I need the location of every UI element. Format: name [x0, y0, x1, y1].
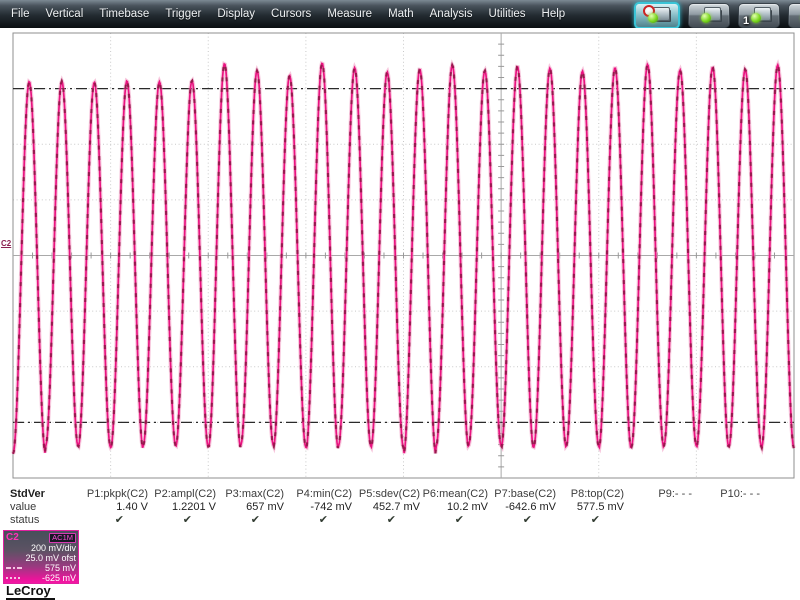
menu-vertical[interactable]: Vertical [38, 8, 92, 20]
green-orb-icon [751, 13, 761, 23]
measure-value-P9 [624, 501, 692, 514]
measure-value-P5: 452.7 mV [372, 501, 420, 513]
measure-status-P10 [692, 514, 760, 527]
measure-label-P10[interactable]: P10:- - - [692, 488, 760, 501]
toolbar: 1 [634, 2, 800, 28]
measure-value-P8: 577.5 mV [576, 501, 624, 513]
display-button[interactable] [688, 3, 730, 28]
measure-value-P6: 10.2 mV [447, 501, 488, 513]
measurement-table: StdVer P1:pkpk(C2) P2:ampl(C2) P3:max(C2) P4… [0, 479, 800, 543]
lecroy-logo: LeCroy [6, 584, 55, 600]
measure-row-header-status: status [10, 514, 40, 526]
measure-label-P9[interactable]: P9:- - - [624, 488, 692, 501]
menu-timebase[interactable]: Timebase [91, 8, 157, 20]
measure-status-P6: ✔ [454, 514, 464, 526]
base-level-line-icon [6, 577, 22, 579]
green-orb-icon [648, 13, 658, 23]
measure-value-P3: 657 mV [246, 501, 284, 513]
measure-value-P10 [692, 501, 760, 514]
c2-waveform-trace [12, 62, 795, 455]
scope-grid-svg [11, 32, 796, 479]
menu-analysis[interactable]: Analysis [422, 8, 481, 20]
measure-status-P9 [624, 514, 692, 527]
measure-value-P7: -642.6 mV [505, 501, 556, 513]
measure-label-P8[interactable]: P8:top(C2) [556, 488, 624, 501]
menu-utilities[interactable]: Utilities [480, 8, 533, 20]
menu-file[interactable]: File [3, 8, 38, 20]
menu-cursors[interactable]: Cursors [263, 8, 319, 20]
channel-name: C2 [6, 532, 19, 543]
measure-status-P2: ✔ [182, 514, 192, 526]
measure-value-P2: 1.2201 V [171, 501, 216, 513]
button-number-label: 1 [743, 15, 750, 27]
measure-label-P3[interactable]: P3:max(C2) [216, 488, 284, 501]
channel-c2-offset-marker[interactable]: C2 [1, 239, 11, 248]
measure-status-P8: ✔ [590, 514, 600, 526]
base-level-value: -625 mV [41, 573, 76, 583]
waveform-display: C2 [0, 28, 800, 480]
measure-status-P1: ✔ [114, 514, 124, 526]
top-level-line-icon [6, 567, 22, 569]
measure-label-P2[interactable]: P2:ampl(C2) [148, 488, 216, 501]
channel-descriptor-c2[interactable]: C2 AC1M 200 mV/div 25.0 mV ofst 575 mV -… [3, 530, 79, 584]
measure-value-P1: 1.40 V [116, 501, 148, 513]
measure-row-header-label: StdVer [10, 488, 45, 500]
measure-label-P6[interactable]: P6:mean(C2) [420, 488, 488, 501]
display-button-partial[interactable] [788, 3, 800, 28]
measure-row-header-value: value [10, 501, 37, 513]
menu-bar: File Vertical Timebase Trigger Display Cursor… [0, 0, 800, 29]
measure-status-P5: ✔ [386, 514, 396, 526]
channel-offset: 25.0 mV ofst [25, 553, 76, 563]
clock-display-button[interactable] [634, 2, 680, 28]
menu-help[interactable]: Help [534, 8, 574, 20]
menu-display[interactable]: Display [209, 8, 263, 20]
menu-math[interactable]: Math [380, 8, 422, 20]
measure-label-P7[interactable]: P7:base(C2) [488, 488, 556, 501]
display-button-1[interactable]: 1 [738, 3, 780, 28]
measure-label-P5[interactable]: P5:sdev(C2) [352, 488, 420, 501]
menu-trigger[interactable]: Trigger [157, 8, 209, 20]
measure-label-P1[interactable]: P1:pkpk(C2) [80, 488, 148, 501]
green-orb-icon [701, 13, 711, 23]
menu-items: File Vertical Timebase Trigger Display Cursor… [0, 0, 573, 28]
measure-value-P4: -742 mV [310, 501, 352, 513]
channel-scale: 200 mV/div [30, 543, 76, 553]
measure-status-P3: ✔ [250, 514, 260, 526]
top-level-value: 575 mV [44, 563, 76, 573]
coupling-badge: AC1M [49, 532, 76, 543]
measure-status-P7: ✔ [522, 514, 532, 526]
measure-label-P4[interactable]: P4:min(C2) [284, 488, 352, 501]
menu-measure[interactable]: Measure [319, 8, 380, 20]
measure-status-P4: ✔ [318, 514, 328, 526]
